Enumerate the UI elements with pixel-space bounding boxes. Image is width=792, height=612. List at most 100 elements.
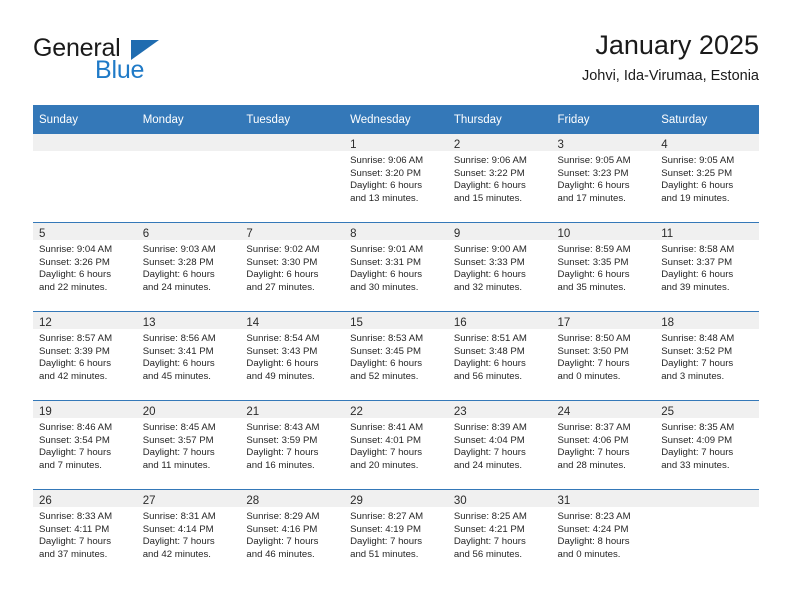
weekday-header-friday: Friday: [551, 105, 656, 134]
calendar-day-cell[interactable]: 23 Sunrise: 8:39 AM Sunset: 4:04 PM Dayligh…: [447, 400, 552, 490]
calendar-day-cell[interactable]: 24 Sunrise: 8:37 AM Sunset: 4:06 PM Dayligh…: [551, 400, 656, 490]
calendar-day-cell[interactable]: 3 Sunrise: 9:05 AM Sunset: 3:23 PM Daylight…: [551, 134, 656, 223]
sunset-text: Sunset: 3:59 PM: [246, 434, 318, 446]
calendar-day-cell[interactable]: 18 Sunrise: 8:48 AM Sunset: 3:52 PM Dayligh…: [655, 311, 759, 401]
daylight-text-cont: and 46 minutes.: [246, 548, 315, 560]
sunrise-text: Sunrise: 8:54 AM: [246, 333, 320, 344]
sunset-text: Sunset: 3:23 PM: [557, 167, 629, 179]
calendar-day-cell[interactable]: 22 Sunrise: 8:41 AM Sunset: 4:01 PM Dayligh…: [344, 400, 448, 490]
day-cell-inner: 18 Sunrise: 8:48 AM Sunset: 3:52 PM Dayligh…: [655, 312, 759, 400]
day-number-band: 12: [33, 312, 137, 329]
day-cell-inner: 13 Sunrise: 8:56 AM Sunset: 3:41 PM Dayligh…: [136, 312, 241, 400]
daylight-text-cont: and 24 minutes.: [453, 459, 523, 471]
day-cell-inner: [136, 134, 241, 222]
title-block: January 2025 Johvi, Ida-Virumaa, Estonia: [582, 28, 759, 87]
calendar-day-cell[interactable]: 29 Sunrise: 8:27 AM Sunset: 4:19 PM Dayligh…: [344, 489, 448, 578]
daylight-text-cont: and 39 minutes.: [661, 281, 730, 293]
calendar-day-cell[interactable]: 28 Sunrise: 8:29 AM Sunset: 4:16 PM Dayligh…: [240, 489, 345, 578]
day-number-band: 27: [136, 490, 241, 507]
sunset-text: Sunset: 3:33 PM: [453, 256, 525, 268]
day-number-band: 13: [136, 312, 241, 329]
day-number: 31: [557, 495, 571, 507]
daylight-text: Daylight: 7 hours: [142, 447, 215, 459]
daylight-text-cont: and 13 minutes.: [350, 192, 419, 204]
calendar-day-cell[interactable]: 6 Sunrise: 9:03 AM Sunset: 3:28 PM Daylight…: [136, 222, 241, 312]
day-number-band: 31: [551, 490, 656, 507]
day-cell-details: Sunrise: 9:02 AM Sunset: 3:30 PM Daylight:…: [240, 240, 344, 294]
sunrise-text: Sunrise: 8:51 AM: [453, 333, 527, 344]
calendar-day-cell[interactable]: 19 Sunrise: 8:46 AM Sunset: 3:54 PM Dayligh…: [33, 400, 137, 490]
sunset-text: Sunset: 3:48 PM: [453, 345, 525, 357]
day-number: 25: [661, 406, 675, 418]
daylight-text-cont: and 0 minutes.: [557, 370, 621, 382]
calendar-day-cell[interactable]: 25 Sunrise: 8:35 AM Sunset: 4:09 PM Dayligh…: [655, 400, 759, 490]
calendar-day-cell[interactable]: 30 Sunrise: 8:25 AM Sunset: 4:21 PM Dayligh…: [447, 489, 552, 578]
calendar-day-cell[interactable]: 12 Sunrise: 8:57 AM Sunset: 3:39 PM Dayligh…: [33, 311, 137, 401]
day-cell-details: Sunrise: 9:05 AM Sunset: 3:25 PM Daylight:…: [655, 151, 759, 205]
calendar-day-cell[interactable]: 26 Sunrise: 8:33 AM Sunset: 4:11 PM Dayligh…: [33, 489, 137, 578]
sunrise-text: Sunrise: 8:56 AM: [142, 333, 216, 344]
day-cell-inner: 24 Sunrise: 8:37 AM Sunset: 4:06 PM Dayligh…: [551, 401, 656, 489]
daylight-text: Daylight: 6 hours: [142, 269, 215, 281]
daylight-text: Daylight: 7 hours: [39, 536, 111, 548]
sunrise-text: Sunrise: 8:33 AM: [39, 511, 113, 522]
day-cell-details: Sunrise: 9:05 AM Sunset: 3:23 PM Daylight:…: [552, 151, 656, 205]
day-cell-inner: 8 Sunrise: 9:01 AM Sunset: 3:31 PM Daylight…: [344, 223, 448, 311]
sunset-text: Sunset: 3:52 PM: [661, 345, 733, 357]
day-number-band: 29: [344, 490, 448, 507]
day-number: 17: [557, 317, 571, 329]
general-blue-logo[interactable]: General Blue: [33, 34, 243, 88]
daylight-text-cont: and 42 minutes.: [39, 370, 108, 382]
calendar-day-cell[interactable]: 5 Sunrise: 9:04 AM Sunset: 3:26 PM Daylight…: [33, 222, 137, 312]
daylight-text-cont: and 56 minutes.: [453, 548, 523, 560]
sunset-text: Sunset: 3:39 PM: [39, 345, 110, 357]
calendar-day-cell[interactable]: 8 Sunrise: 9:01 AM Sunset: 3:31 PM Daylight…: [344, 222, 448, 312]
calendar-day-cell[interactable]: 16 Sunrise: 8:51 AM Sunset: 3:48 PM Dayligh…: [447, 311, 552, 401]
calendar-day-cell[interactable]: 9 Sunrise: 9:00 AM Sunset: 3:33 PM Daylight…: [447, 222, 552, 312]
calendar-day-cell[interactable]: 15 Sunrise: 8:53 AM Sunset: 3:45 PM Dayligh…: [344, 311, 448, 401]
day-number-band: [655, 490, 759, 507]
calendar-day-cell[interactable]: 7 Sunrise: 9:02 AM Sunset: 3:30 PM Daylight…: [240, 222, 345, 312]
day-cell-inner: 16 Sunrise: 8:51 AM Sunset: 3:48 PM Dayligh…: [447, 312, 552, 400]
sunset-text: Sunset: 3:43 PM: [246, 345, 318, 357]
day-cell-inner: 4 Sunrise: 9:05 AM Sunset: 3:25 PM Daylight…: [655, 134, 759, 222]
day-cell-inner: 11 Sunrise: 8:58 AM Sunset: 3:37 PM Dayligh…: [655, 223, 759, 311]
day-number: 26: [39, 495, 52, 507]
daylight-text-cont: and 16 minutes.: [246, 459, 315, 471]
daylight-text-cont: and 28 minutes.: [557, 459, 626, 471]
day-cell-inner: [655, 490, 759, 578]
calendar-day-cell[interactable]: 1 Sunrise: 9:06 AM Sunset: 3:20 PM Daylight…: [344, 134, 448, 223]
day-cell-details: Sunrise: 9:00 AM Sunset: 3:33 PM Daylight:…: [448, 240, 552, 294]
weekday-header-wednesday: Wednesday: [344, 105, 448, 134]
calendar-day-cell[interactable]: 13 Sunrise: 8:56 AM Sunset: 3:41 PM Dayligh…: [136, 311, 241, 401]
calendar-day-cell[interactable]: 14 Sunrise: 8:54 AM Sunset: 3:43 PM Dayligh…: [240, 311, 345, 401]
sunrise-text: Sunrise: 8:41 AM: [350, 422, 424, 433]
day-cell-details: [33, 151, 137, 155]
calendar-day-cell[interactable]: 31 Sunrise: 8:23 AM Sunset: 4:24 PM Dayligh…: [551, 489, 656, 578]
calendar-week-row: 19 Sunrise: 8:46 AM Sunset: 3:54 PM Dayligh…: [33, 400, 759, 490]
calendar-day-cell[interactable]: 17 Sunrise: 8:50 AM Sunset: 3:50 PM Dayligh…: [551, 311, 656, 401]
calendar-day-cell[interactable]: 21 Sunrise: 8:43 AM Sunset: 3:59 PM Dayligh…: [240, 400, 345, 490]
daylight-text: Daylight: 6 hours: [246, 269, 319, 281]
sunset-text: Sunset: 3:20 PM: [350, 167, 422, 179]
calendar-day-cell[interactable]: 4 Sunrise: 9:05 AM Sunset: 3:25 PM Daylight…: [655, 134, 759, 223]
calendar-day-cell[interactable]: 27 Sunrise: 8:31 AM Sunset: 4:14 PM Dayligh…: [136, 489, 241, 578]
calendar-header-row: Sunday Monday Tuesday Wednesday Thursday Frid…: [33, 105, 759, 134]
day-number-band: 26: [33, 490, 137, 507]
day-number-band: 16: [447, 312, 552, 329]
day-cell-inner: 1 Sunrise: 9:06 AM Sunset: 3:20 PM Daylight…: [344, 134, 448, 222]
day-number-band: [33, 134, 137, 151]
sunrise-text: Sunrise: 8:53 AM: [350, 333, 424, 344]
calendar-page: General Blue January 2025 Johvi, Ida-Vir…: [0, 0, 792, 612]
sunset-text: Sunset: 3:57 PM: [142, 434, 214, 446]
calendar-day-cell[interactable]: 11 Sunrise: 8:58 AM Sunset: 3:37 PM Dayligh…: [655, 222, 759, 312]
sunset-text: Sunset: 4:16 PM: [246, 523, 318, 535]
day-cell-details: Sunrise: 9:06 AM Sunset: 3:22 PM Daylight:…: [448, 151, 552, 205]
day-number: 27: [142, 495, 156, 507]
calendar-day-cell[interactable]: 2 Sunrise: 9:06 AM Sunset: 3:22 PM Daylight…: [447, 134, 552, 223]
calendar-day-cell[interactable]: 20 Sunrise: 8:45 AM Sunset: 3:57 PM Dayligh…: [136, 400, 241, 490]
sunrise-text: Sunrise: 9:04 AM: [39, 244, 113, 255]
calendar-day-cell[interactable]: 10 Sunrise: 8:59 AM Sunset: 3:35 PM Dayligh…: [551, 222, 656, 312]
day-number-band: 6: [136, 223, 241, 240]
day-cell-inner: 6 Sunrise: 9:03 AM Sunset: 3:28 PM Daylight…: [136, 223, 241, 311]
